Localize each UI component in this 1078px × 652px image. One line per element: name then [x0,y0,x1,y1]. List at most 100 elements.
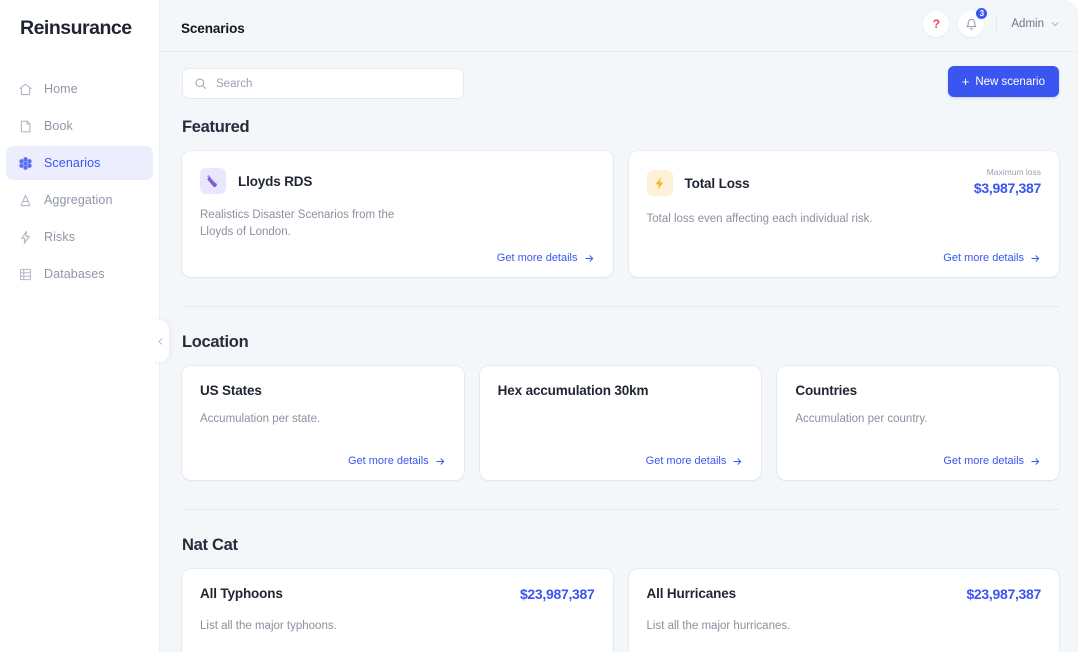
get-more-details-link[interactable]: Get more details [943,443,1041,467]
scenario-card-lloyds-rds[interactable]: Lloyds RDS Realistics Disaster Scenarios… [182,151,613,278]
link-label: Get more details [943,252,1024,265]
card-description: List all the major hurricanes. [646,619,791,632]
card-header: Hex accumulation 30km [498,383,744,398]
header-actions: ? 3 Admin [923,7,1060,37]
section-divider [182,306,1059,308]
section-location: Location US States Accumulation per stat… [160,333,1078,481]
user-menu[interactable]: Admin [1009,18,1060,30]
section-divider [182,509,1059,511]
sidebar-item-label: Databases [44,267,105,281]
app-window: Reinsurance Home Book Scenarios Aggregat… [0,0,1078,652]
risks-icon [18,230,33,245]
link-label: Get more details [347,455,429,468]
book-icon [18,119,33,134]
get-more-details-link[interactable]: Get more details [943,240,1041,264]
card-grid: All Typhoons $23,987,387 List all the ma… [182,569,1059,652]
scenario-card-total-loss[interactable]: Total Loss Maximum loss $3,987,387 Total… [628,151,1059,278]
scenario-card-all-hurricanes[interactable]: All Hurricanes $23,987,387 List all the … [628,569,1059,652]
notifications-button[interactable]: 3 [958,7,989,37]
search-icon [194,77,207,90]
section-title: Nat Cat [182,536,238,555]
scenarios-icon [18,156,33,171]
link-label: Get more details [496,252,578,265]
card-metric: $23,987,387 [520,586,595,604]
home-icon [18,82,33,97]
user-name: Admin [1011,18,1044,30]
new-scenario-label: New scenario [975,75,1045,88]
notification-badge: 3 [975,7,989,20]
databases-icon [18,267,33,282]
sidebar-item-label: Scenarios [44,156,101,170]
chevron-down-icon [1050,19,1060,29]
scenario-card-hex-accumulation[interactable]: Hex accumulation 30km Get more details [479,366,762,481]
card-grid: US States Accumulation per state. Get mo… [182,366,1060,481]
sidebar-collapse-button[interactable] [152,320,169,362]
card-header: US States [200,383,446,398]
sidebar-item-home[interactable]: Home [6,72,153,106]
card-title: Total Loss [684,175,750,191]
sidebar-item-label: Risks [44,230,76,244]
chevron-left-icon [156,337,165,346]
section-title: Featured [182,118,250,136]
card-title: Hex accumulation 30km [497,383,649,399]
scenario-card-us-states[interactable]: US States Accumulation per state. Get mo… [182,366,464,481]
card-header: All Typhoons $23,987,387 [200,586,595,604]
card-metric: $23,987,387 [966,586,1041,604]
scenario-card-countries[interactable]: Countries Accumulation per country. Get … [777,366,1060,481]
sidebar-item-label: Home [44,82,78,96]
page-title: Scenarios [181,21,245,36]
sidebar-item-book[interactable]: Book [6,109,153,143]
lightning-icon [646,170,673,197]
help-icon: ? [932,17,941,31]
card-title: Countries [795,383,857,399]
top-header: Scenarios ? 3 Admin [160,0,1078,52]
card-title: Lloyds RDS [238,173,313,189]
arrow-right-icon [732,456,743,467]
get-more-details-link[interactable]: Get more details [497,240,595,264]
card-metric: Maximum loss $3,987,387 [973,167,1041,198]
card-header: Total Loss Maximum loss $3,987,387 [646,167,1041,198]
tornado-icon [200,168,226,194]
new-scenario-button[interactable]: + New scenario [947,66,1059,97]
card-header: All Hurricanes $23,987,387 [647,586,1042,604]
card-title: All Hurricanes [646,586,737,602]
get-more-details-link[interactable]: Get more details [348,443,446,467]
content-toolbar: + New scenario [160,52,1078,118]
header-divider [996,15,998,33]
card-grid: Lloyds RDS Realistics Disaster Scenarios… [182,151,1059,278]
arrow-right-icon [1030,253,1041,264]
get-more-details-link[interactable]: Get more details [943,646,1041,652]
brand-logo: Reinsurance [20,17,132,39]
main-content: + New scenario Featured [160,52,1078,652]
card-description: Accumulation per country. [795,413,928,426]
link-label: Get more details [645,455,727,468]
arrow-right-icon [1030,456,1041,467]
get-more-details-link[interactable]: Get more details [646,443,744,467]
sidebar-item-risks[interactable]: Risks [6,220,153,254]
card-description: Realistics Disaster Scenarios from the L… [200,209,395,238]
metric-value: $23,987,387 [966,586,1041,603]
card-title: All Typhoons [200,586,283,602]
search-input[interactable] [216,77,452,90]
section-nat-cat: Nat Cat All Typhoons $23,987,387 List al… [160,536,1078,652]
metric-value: $3,987,387 [973,179,1041,196]
section-featured: Featured Lloyds RDS Realistics Disaster … [160,118,1078,278]
arrow-right-icon [435,456,446,467]
card-header: Countries [795,383,1041,398]
sidebar-item-databases[interactable]: Databases [6,257,153,291]
card-header: Lloyds RDS [200,168,595,194]
sidebar-item-label: Aggregation [44,193,113,207]
metric-value: $23,987,387 [519,586,595,603]
search-box[interactable] [182,68,464,99]
sidebar-item-scenarios[interactable]: Scenarios [6,146,153,180]
bell-icon [965,18,978,31]
get-more-details-link[interactable]: Get more details [497,646,595,652]
aggregation-icon [18,193,33,208]
help-button[interactable]: ? [923,11,950,37]
section-title: Location [182,333,249,352]
scenario-card-all-typhoons[interactable]: All Typhoons $23,987,387 List all the ma… [182,569,613,652]
sidebar-item-aggregation[interactable]: Aggregation [6,183,153,217]
sidebar: Reinsurance Home Book Scenarios Aggregat… [0,0,160,652]
card-description: List all the major typhoons. [200,619,337,632]
card-title: US States [200,383,262,399]
